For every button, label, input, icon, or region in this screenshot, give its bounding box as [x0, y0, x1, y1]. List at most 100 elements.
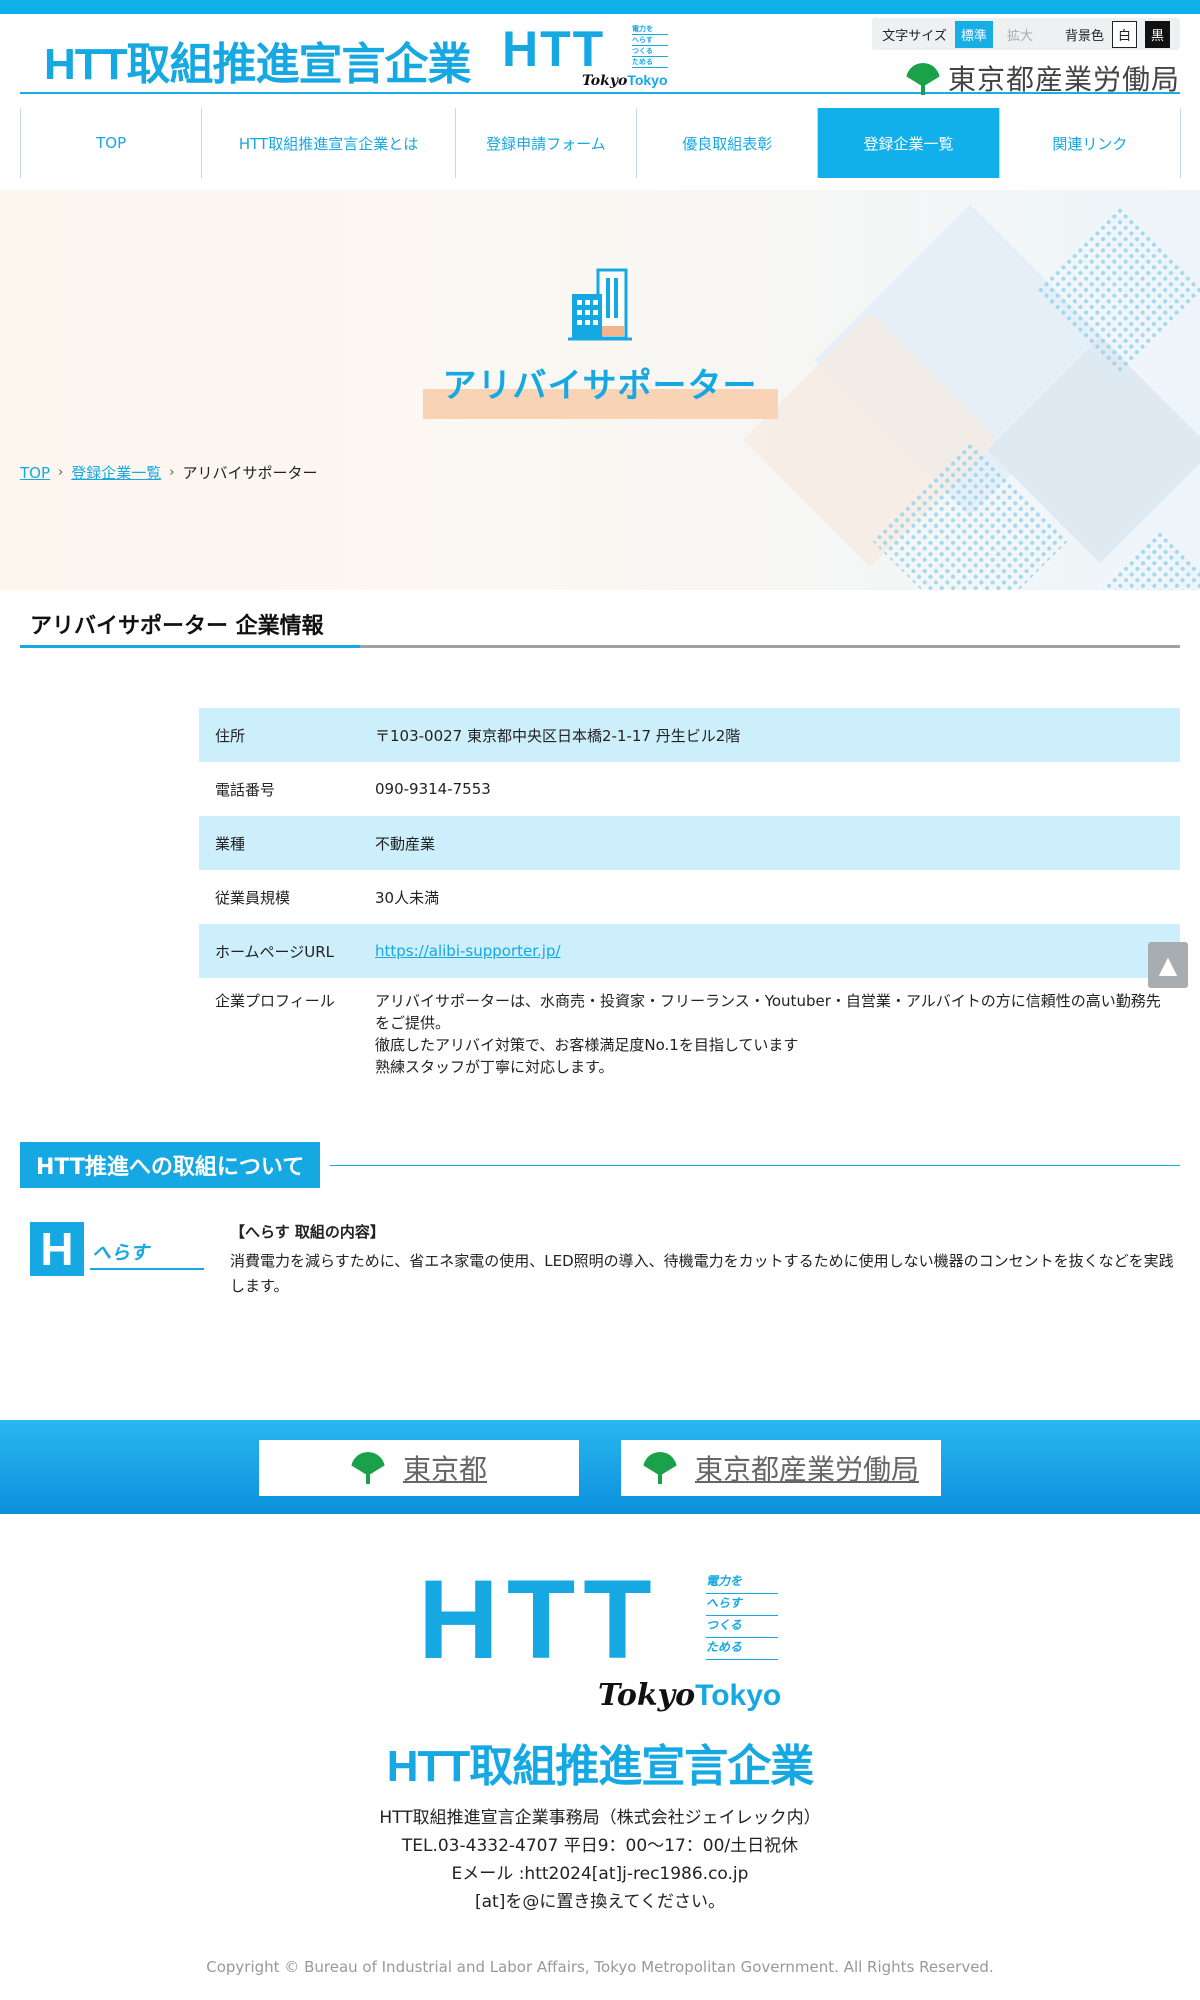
footer-htt-logo: HTT 電力を へらす つくる ためる TokyoTokyo	[418, 1564, 798, 1720]
hero-banner: アリバイサポーター TOP › 登録企業一覧 › アリバイサポーター	[0, 190, 1200, 590]
text-size-label: 文字サイズ	[882, 28, 947, 44]
field-label: 企業プロフィール	[215, 992, 335, 1010]
footer-title: HTT取組推進宣言企業	[386, 1742, 815, 1791]
field-label: 電話番号	[215, 780, 276, 799]
htt-logo-line: ためる	[632, 57, 668, 68]
profile-line: 徹底したアリバイ対策で、お客様満足度No.1を目指しています	[375, 1036, 799, 1054]
htt-logo-line: つくる	[632, 46, 668, 57]
htt-logo[interactable]: HTT 電力を へらす つくる ためる TokyoTokyo	[502, 20, 682, 89]
field-label: ホームページURL	[215, 942, 335, 961]
breadcrumb-separator: ›	[169, 465, 175, 480]
profile-value: アリバイサポーターは、水商売・投資家・フリーランス・Youtuber・自営業・ア…	[359, 978, 1180, 1090]
herasu-letter-icon: H	[30, 1222, 84, 1276]
nav-item-registration-form[interactable]: 登録申請フォーム	[454, 108, 637, 178]
field-label: 従業員規模	[215, 888, 291, 907]
profile-line: 熟練スタッフが丁寧に対応します。	[375, 1058, 614, 1076]
tokyo-tokyo-logo: TokyoTokyo	[582, 72, 668, 89]
footer-logo-line: ためる	[706, 1638, 778, 1660]
herasu-content-text: 消費電力を減らすために、省エネ家電の使用、LED照明の導入、待機電力をカットする…	[230, 1252, 1174, 1295]
profile-line: アリバイサポーターは、水商売・投資家・フリーランス・Youtuber・自営業・ア…	[375, 992, 1161, 1032]
nav-item-company-list[interactable]: 登録企業一覧	[817, 108, 999, 178]
tokyo-script: Tokyo	[598, 1678, 696, 1713]
arrow-up-icon: ▲	[1158, 951, 1178, 979]
htt-section-heading: HTT推進への取組について	[20, 1142, 1180, 1188]
htt-logo-line: 電力を	[632, 24, 668, 35]
industry-value: 不動産業	[375, 834, 436, 853]
footer-link-band: 東京都 東京都産業労働局	[0, 1420, 1200, 1514]
footer-office: HTT取組推進宣言企業事務局（株式会社ジェイレック内）	[379, 1808, 821, 1828]
table-row: ホームページURL https://alibi-supporter.jp/	[199, 924, 1180, 978]
nav-item-top[interactable]: TOP	[20, 108, 202, 178]
breadcrumb: TOP › 登録企業一覧 › アリバイサポーター	[20, 462, 317, 483]
tokyo-word: Tokyo	[627, 72, 668, 88]
tokyo-link-label: 東京都	[402, 1453, 487, 1486]
top-accent-bar	[0, 0, 1200, 14]
copyright: Copyright © Bureau of Industrial and Lab…	[206, 1958, 994, 1976]
heading-rule	[330, 1165, 1180, 1166]
htt-logo-lines: 電力を へらす つくる ためる	[632, 24, 668, 68]
htt-logo-line: へらす	[632, 35, 668, 46]
bg-color-label: 背景色	[1064, 28, 1104, 44]
text-size-large-button[interactable]: 拡大	[1001, 21, 1039, 48]
bureau-logo-link[interactable]: 東京都産業労働局	[906, 58, 1180, 98]
herasu-content-heading: 【へらす 取組の内容】	[230, 1223, 385, 1241]
homepage-link[interactable]: https://alibi-supporter.jp/	[375, 942, 561, 960]
bg-black-button[interactable]: 黒	[1144, 20, 1170, 48]
ginkgo-icon	[643, 1450, 679, 1486]
bg-white-button[interactable]: 白	[1111, 20, 1137, 48]
address-value: 〒103-0027 東京都中央区日本橋2-1-17 丹生ビル2階	[375, 726, 741, 745]
employee-size-value: 30人未満	[375, 888, 440, 907]
htt-section-title: HTT推進への取組について	[20, 1142, 321, 1188]
footer-contact: HTT取組推進宣言企業事務局（株式会社ジェイレック内） TEL.03-4332-…	[0, 1804, 1200, 1916]
table-row: 従業員規模 30人未満	[199, 870, 1180, 924]
ginkgo-icon	[906, 61, 940, 95]
footer-logo-line: つくる	[706, 1616, 778, 1638]
field-label: 住所	[215, 726, 246, 745]
footer-tokyo-logo: TokyoTokyo	[598, 1678, 781, 1713]
accessibility-controls: 文字サイズ 標準 拡大 背景色 白 黒	[872, 18, 1180, 50]
table-row: 電話番号 090-9314-7553	[199, 762, 1180, 816]
hero-title-wrap: アリバイサポーター	[0, 358, 1200, 419]
breadcrumb-company-list[interactable]: 登録企業一覧	[71, 462, 161, 483]
footer-logo-lines: 電力を へらす つくる ためる	[706, 1572, 778, 1660]
nav-item-awards[interactable]: 優良取組表彰	[636, 108, 818, 178]
bureau-link-label: 東京都産業労働局	[694, 1453, 919, 1486]
field-label: 業種	[215, 834, 246, 853]
herasu-underline	[90, 1268, 204, 1270]
page-title: アリバイサポーター	[422, 358, 778, 419]
nav-item-links[interactable]: 関連リンク	[998, 108, 1180, 178]
footer-tel: TEL.03-4332-4707 平日9：00～17：00/土日祝休	[401, 1836, 799, 1856]
building-icon	[568, 268, 632, 341]
site-title[interactable]: HTT取組推進宣言企業	[44, 28, 472, 92]
company-info-title: アリバイサポーター 企業情報	[30, 614, 324, 639]
footer-email: Eメール :htt2024[at]j-rec1986.co.jp	[451, 1864, 749, 1884]
footer-logo-line: へらす	[706, 1594, 778, 1616]
ginkgo-icon	[351, 1450, 387, 1486]
breadcrumb-current: アリバイサポーター	[182, 464, 318, 482]
company-info-heading: アリバイサポーター 企業情報	[20, 604, 1180, 648]
footer-email-note: [at]を@に置き換えてください。	[475, 1892, 725, 1912]
site-header: HTT取組推進宣言企業 HTT 電力を へらす つくる ためる TokyoTok…	[20, 14, 1180, 96]
breadcrumb-top[interactable]: TOP	[20, 464, 50, 482]
table-row: 企業プロフィール アリバイサポーターは、水商売・投資家・フリーランス・Youtu…	[199, 978, 1180, 1090]
tokyo-word: Tokyo	[695, 1679, 782, 1712]
herasu-content: 【へらす 取組の内容】 消費電力を減らすために、省エネ家電の使用、LED照明の導…	[230, 1220, 1180, 1299]
nav-item-about[interactable]: HTT取組推進宣言企業とは	[201, 108, 455, 178]
phone-value: 090-9314-7553	[375, 780, 491, 798]
tokyo-script: Tokyo	[582, 73, 628, 89]
herasu-logo: H へらす	[30, 1222, 204, 1276]
breadcrumb-separator: ›	[58, 465, 64, 480]
tokyo-metropolitan-link[interactable]: 東京都	[259, 1440, 579, 1496]
footer-logo-text: HTT	[418, 1557, 660, 1682]
herasu-name: へらす	[92, 1242, 149, 1264]
page-top-button[interactable]: ▲	[1148, 942, 1188, 988]
table-row: 住所 〒103-0027 東京都中央区日本橋2-1-17 丹生ビル2階	[199, 708, 1180, 762]
bureau-link[interactable]: 東京都産業労働局	[621, 1440, 941, 1496]
heading-accent-line	[20, 645, 360, 648]
bureau-name: 東京都産業労働局	[947, 63, 1180, 96]
footer-logo-line: 電力を	[706, 1572, 778, 1594]
company-info-table: 住所 〒103-0027 東京都中央区日本橋2-1-17 丹生ビル2階 電話番号…	[199, 708, 1180, 1090]
table-row: 業種 不動産業	[199, 816, 1180, 870]
htt-logo-text: HTT	[502, 21, 606, 77]
text-size-standard-button[interactable]: 標準	[954, 20, 993, 48]
